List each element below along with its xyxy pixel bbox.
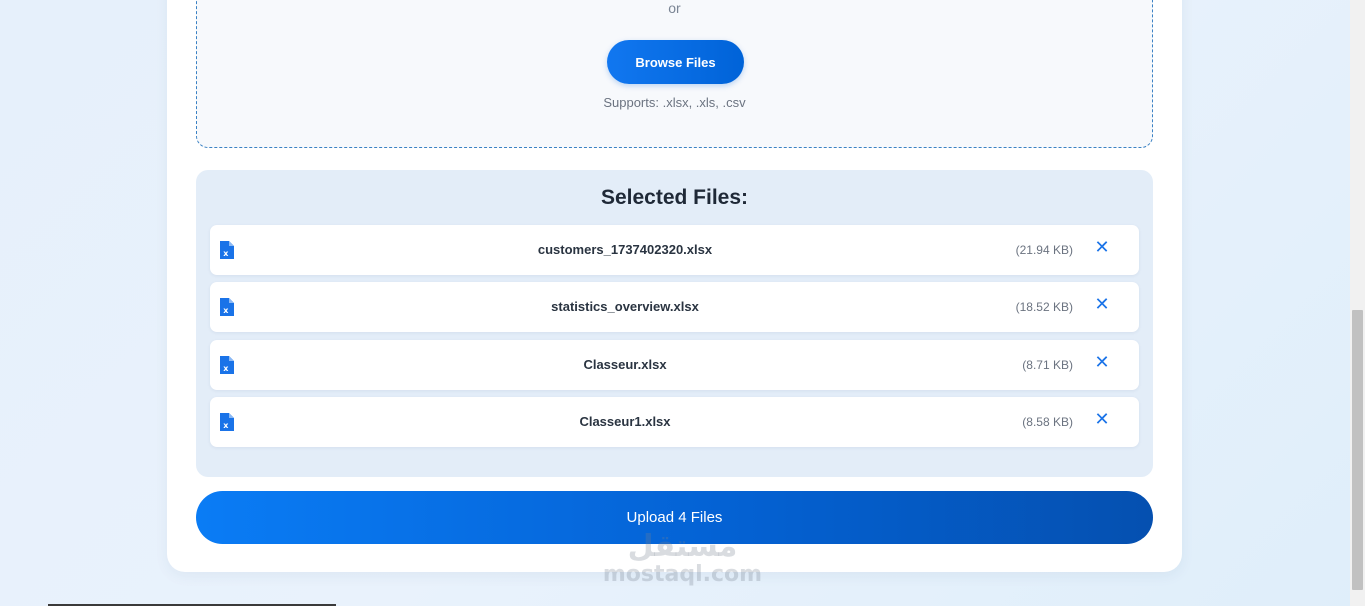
- close-icon: ✕: [1094, 237, 1110, 258]
- file-row: x customers_1737402320.xlsx (21.94 KB) ✕: [210, 225, 1139, 275]
- file-size: (21.94 KB): [1015, 243, 1073, 257]
- remove-file-button[interactable]: ✕: [1094, 239, 1110, 257]
- svg-text:x: x: [223, 364, 229, 373]
- remove-file-button[interactable]: ✕: [1094, 296, 1110, 314]
- selected-files-title: Selected Files:: [600, 186, 749, 209]
- vertical-scrollbar[interactable]: [1350, 0, 1365, 606]
- excel-file-icon: x: [220, 356, 234, 374]
- file-size: (8.58 KB): [1022, 415, 1073, 429]
- close-icon: ✕: [1094, 352, 1110, 373]
- excel-file-icon: x: [220, 413, 234, 431]
- remove-file-button[interactable]: ✕: [1094, 354, 1110, 372]
- browse-files-button[interactable]: Browse Files: [607, 40, 744, 84]
- svg-text:x: x: [223, 306, 229, 315]
- excel-file-icon: x: [220, 241, 234, 259]
- remove-file-button[interactable]: ✕: [1094, 411, 1110, 429]
- file-name: statistics_overview.xlsx: [551, 299, 699, 314]
- supported-formats-text: Supports: .xlsx, .xls, .csv: [603, 95, 746, 110]
- svg-text:x: x: [223, 249, 229, 258]
- file-name: Classeur.xlsx: [583, 357, 667, 372]
- file-name: customers_1737402320.xlsx: [537, 242, 713, 257]
- file-name: Classeur1.xlsx: [579, 414, 671, 429]
- scrollbar-thumb[interactable]: [1352, 310, 1363, 590]
- upload-files-button[interactable]: Upload 4 Files: [196, 491, 1153, 544]
- file-size: (8.71 KB): [1022, 358, 1073, 372]
- close-icon: ✕: [1094, 409, 1110, 430]
- selected-files-panel: Selected Files: x customers_1737402320.x…: [196, 170, 1153, 477]
- excel-file-icon: x: [220, 298, 234, 316]
- file-row: x Classeur1.xlsx (8.58 KB) ✕: [210, 397, 1139, 447]
- or-separator: or: [668, 0, 681, 16]
- file-dropzone[interactable]: or Browse Files Supports: .xlsx, .xls, .…: [196, 0, 1153, 148]
- close-icon: ✕: [1094, 294, 1110, 315]
- svg-text:x: x: [223, 421, 229, 430]
- file-row: x statistics_overview.xlsx (18.52 KB) ✕: [210, 282, 1139, 332]
- file-row: x Classeur.xlsx (8.71 KB) ✕: [210, 340, 1139, 390]
- file-size: (18.52 KB): [1015, 300, 1073, 314]
